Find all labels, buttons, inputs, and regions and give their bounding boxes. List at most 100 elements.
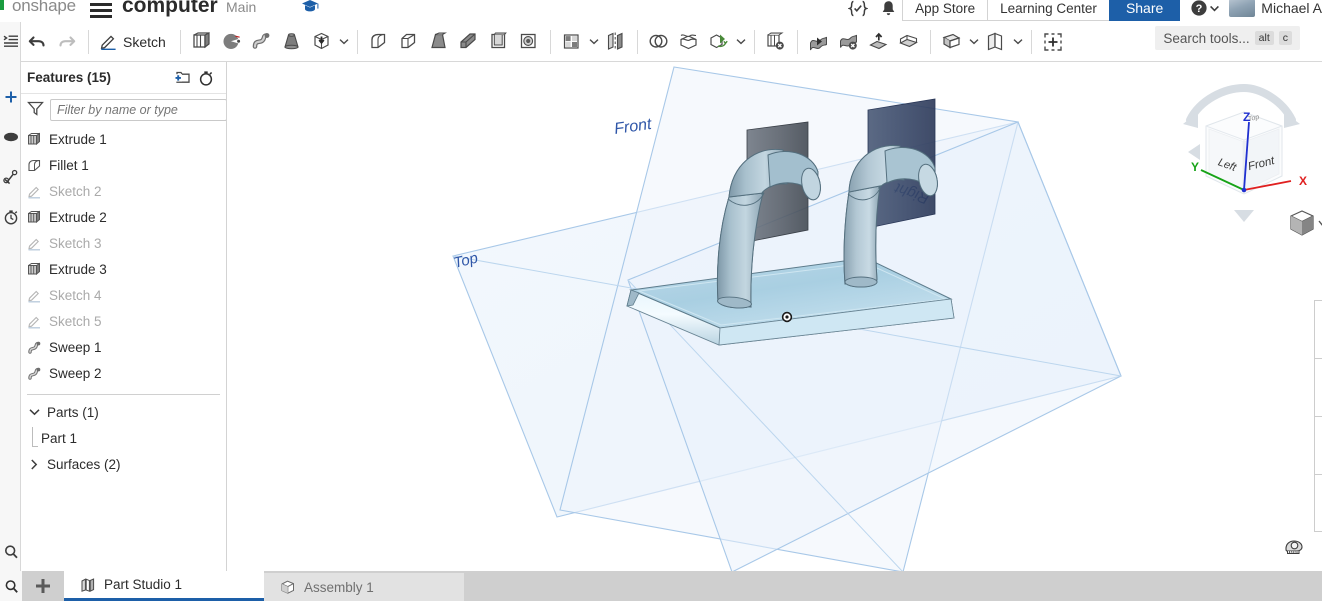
search-tools-input[interactable]: Search tools... alt c <box>1155 26 1300 50</box>
rotate-down-arrow-icon <box>1234 210 1254 222</box>
variable-icon[interactable] <box>1038 25 1068 59</box>
user-avatar[interactable] <box>1229 0 1256 17</box>
view-mode-button[interactable] <box>1290 210 1322 236</box>
onshape-logo-icon[interactable] <box>0 0 10 14</box>
mate-connector-icon <box>2 169 17 185</box>
front-plane-label: Front <box>613 116 653 138</box>
sketch-plane-icon[interactable] <box>981 25 1011 59</box>
delete-face-icon[interactable] <box>834 25 864 59</box>
header-right-actions: App Store Learning Center Share ? Michae… <box>843 0 1322 22</box>
thicken-icon[interactable] <box>307 25 337 59</box>
transform-icon[interactable] <box>704 25 734 59</box>
feature-row-extrude-2[interactable]: Extrude 2 <box>21 204 226 230</box>
chevron-down-icon[interactable] <box>27 408 41 416</box>
3d-scene[interactable]: Front Top Right <box>227 62 1322 571</box>
sidebar-item-mate-connector[interactable] <box>0 160 21 194</box>
graduation-cap-icon[interactable] <box>298 0 322 18</box>
feature-row-extrude-3[interactable]: Extrude 3 <box>21 256 226 282</box>
draft-icon[interactable] <box>424 25 454 59</box>
document-title[interactable]: computer <box>122 0 218 18</box>
chevron-down-icon[interactable] <box>734 38 748 45</box>
sweep-icon[interactable] <box>247 25 277 59</box>
axis-z-label: Z <box>1243 110 1250 124</box>
chevron-right-icon[interactable] <box>27 458 41 470</box>
chevron-down-icon[interactable] <box>967 38 981 45</box>
funnel-icon[interactable] <box>27 100 44 121</box>
tab-part-studio-1[interactable]: Part Studio 1 <box>64 571 264 601</box>
delete-part-icon[interactable] <box>761 25 791 59</box>
revolve-icon[interactable] <box>217 25 247 59</box>
shell-icon[interactable] <box>484 25 514 59</box>
hole-icon[interactable] <box>514 25 544 59</box>
plane-icon[interactable] <box>937 25 967 59</box>
chamfer-icon[interactable] <box>394 25 424 59</box>
3d-viewport[interactable]: Front Top Right <box>227 62 1322 571</box>
right-side-panel-strip[interactable] <box>1314 300 1322 532</box>
document-branch[interactable]: Main <box>226 0 256 15</box>
chevron-down-icon[interactable] <box>1011 38 1025 45</box>
sketch-icon <box>27 184 42 199</box>
search-document-icon <box>4 545 18 559</box>
feature-row-sketch-3[interactable]: Sketch 3 <box>21 230 226 256</box>
sidebar-item-feature-list[interactable] <box>0 24 21 58</box>
feature-label: Sketch 3 <box>49 235 102 251</box>
undo-icon[interactable] <box>22 25 52 59</box>
tree-group-surfaces[interactable]: Surfaces (2) <box>21 451 226 477</box>
notifications-bell-icon[interactable] <box>873 0 903 21</box>
feature-row-sweep-2[interactable]: Sweep 2 <box>21 360 226 386</box>
feature-filter-row <box>21 94 226 126</box>
sidebar-item-appearance[interactable] <box>0 120 21 154</box>
fillet-icon <box>27 158 42 173</box>
share-button[interactable]: Share <box>1108 0 1181 21</box>
split-icon[interactable] <box>674 25 704 59</box>
sidebar-item-search-document[interactable] <box>0 535 21 569</box>
user-name-label[interactable]: Michael A <box>1261 0 1322 16</box>
app-store-button[interactable]: App Store <box>902 0 989 21</box>
loft-icon[interactable] <box>277 25 307 59</box>
move-face-icon[interactable] <box>804 25 834 59</box>
extrude-icon[interactable] <box>187 25 217 59</box>
tree-item-part-1[interactable]: Part 1 <box>21 425 226 451</box>
tab-search-button[interactable] <box>0 571 22 601</box>
mirror-icon[interactable] <box>601 25 631 59</box>
rib-icon[interactable] <box>454 25 484 59</box>
tasks-icon[interactable] <box>843 0 873 21</box>
main-menu-button[interactable] <box>90 0 112 20</box>
add-tab-button[interactable] <box>22 571 64 601</box>
offset-surface-icon[interactable] <box>864 25 894 59</box>
pattern-icon[interactable] <box>557 25 587 59</box>
view-cube[interactable]: Left Front Top X Y Z <box>1183 84 1307 222</box>
feature-row-sketch-4[interactable]: Sketch 4 <box>21 282 226 308</box>
feature-row-fillet-1[interactable]: Fillet 1 <box>21 152 226 178</box>
feature-row-sweep-1[interactable]: Sweep 1 <box>21 334 226 360</box>
feature-filter-input[interactable] <box>50 99 226 121</box>
feature-row-extrude-1[interactable]: Extrude 1 <box>21 126 226 152</box>
chevron-down-icon[interactable] <box>587 38 601 45</box>
feature-count-label: Features (15) <box>27 70 112 85</box>
sweep-icon <box>27 340 42 355</box>
search-tools-placeholder: Search tools... <box>1163 30 1250 46</box>
help-menu-button[interactable]: ? <box>1186 0 1223 17</box>
sidebar-item-insert[interactable] <box>0 80 21 114</box>
tab-assembly-1[interactable]: Assembly 1 <box>264 573 464 601</box>
appearance-icon <box>3 132 18 142</box>
boolean-icon[interactable] <box>644 25 674 59</box>
chevron-down-icon[interactable] <box>337 38 351 45</box>
rollback-stopwatch-icon[interactable] <box>194 67 218 89</box>
feature-row-sketch-2[interactable]: Sketch 2 <box>21 178 226 204</box>
app-header: onshape computer Main App Store Learning… <box>0 0 1322 22</box>
fillet-icon[interactable] <box>364 25 394 59</box>
enclose-icon[interactable] <box>894 25 924 59</box>
add-folder-icon[interactable] <box>170 67 194 89</box>
redo-icon[interactable] <box>52 25 82 59</box>
learning-center-button[interactable]: Learning Center <box>987 0 1110 21</box>
brand-name[interactable]: onshape <box>12 0 76 16</box>
plus-icon <box>36 579 50 593</box>
tree-group-parts[interactable]: Parts (1) <box>21 399 226 425</box>
measure-tape-icon[interactable] <box>1284 535 1306 557</box>
feature-row-sketch-5[interactable]: Sketch 5 <box>21 308 226 334</box>
sketch-button[interactable]: Sketch <box>95 25 174 59</box>
toolbar-divider <box>753 29 755 54</box>
feature-label: Sketch 4 <box>49 287 102 303</box>
sidebar-item-history[interactable] <box>0 200 21 234</box>
